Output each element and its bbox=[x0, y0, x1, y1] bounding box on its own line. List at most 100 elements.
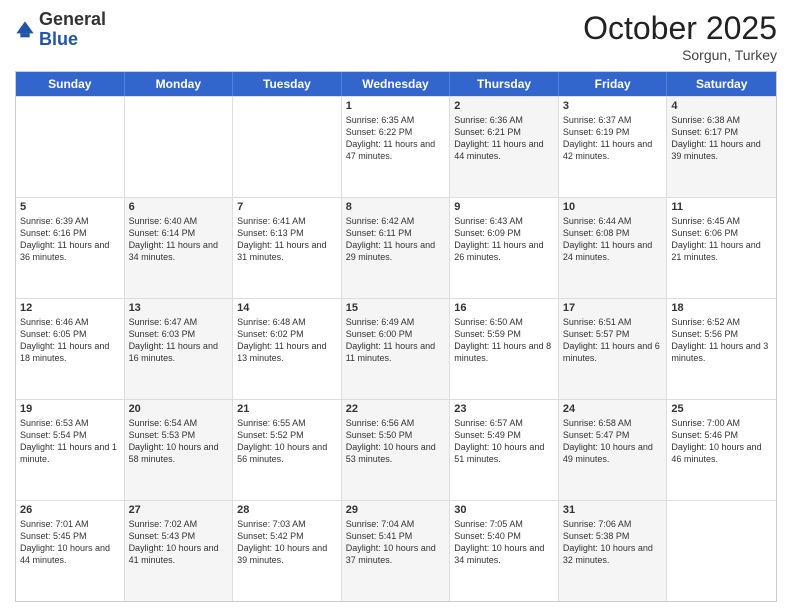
calendar: SundayMondayTuesdayWednesdayThursdayFrid… bbox=[15, 71, 777, 602]
day-details: Sunrise: 6:45 AM Sunset: 6:06 PM Dayligh… bbox=[671, 215, 772, 264]
title-block: October 2025 Sorgun, Turkey bbox=[583, 10, 777, 63]
day-details: Sunrise: 6:58 AM Sunset: 5:47 PM Dayligh… bbox=[563, 417, 663, 466]
cal-cell: 1 Sunrise: 6:35 AM Sunset: 6:22 PM Daylig… bbox=[342, 97, 451, 197]
day-details: Sunrise: 6:41 AM Sunset: 6:13 PM Dayligh… bbox=[237, 215, 337, 264]
cal-cell bbox=[667, 501, 776, 601]
cal-cell: 13 Sunrise: 6:47 AM Sunset: 6:03 PM Dayli… bbox=[125, 299, 234, 399]
day-header-wednesday: Wednesday bbox=[342, 72, 451, 96]
day-details: Sunrise: 7:05 AM Sunset: 5:40 PM Dayligh… bbox=[454, 518, 554, 567]
logo-blue: Blue bbox=[39, 29, 78, 49]
day-header-tuesday: Tuesday bbox=[233, 72, 342, 96]
day-details: Sunrise: 6:55 AM Sunset: 5:52 PM Dayligh… bbox=[237, 417, 337, 466]
day-details: Sunrise: 6:39 AM Sunset: 6:16 PM Dayligh… bbox=[20, 215, 120, 264]
cal-cell: 29Sunrise: 7:04 AM Sunset: 5:41 PM Dayli… bbox=[342, 501, 451, 601]
day-details: Sunrise: 7:00 AM Sunset: 5:46 PM Dayligh… bbox=[671, 417, 772, 466]
cal-cell: 4Sunrise: 6:38 AM Sunset: 6:17 PM Daylig… bbox=[667, 97, 776, 197]
logo-text: General Blue bbox=[39, 10, 106, 50]
week-row-1: 5Sunrise: 6:39 AM Sunset: 6:16 PM Daylig… bbox=[16, 197, 776, 298]
cal-cell: 23 Sunrise: 6:57 AM Sunset: 5:49 PM Dayli… bbox=[450, 400, 559, 500]
day-number: 14 bbox=[237, 302, 337, 314]
logo-icon bbox=[15, 20, 35, 40]
logo-general: General bbox=[39, 9, 106, 29]
day-number: 28 bbox=[237, 504, 337, 516]
cal-cell: 31 Sunrise: 7:06 AM Sunset: 5:38 PM Dayli… bbox=[559, 501, 668, 601]
day-number: 24 bbox=[563, 403, 663, 415]
cal-cell: 15 Sunrise: 6:49 AM Sunset: 6:00 PM Dayli… bbox=[342, 299, 451, 399]
day-number: 23 bbox=[454, 403, 554, 415]
day-number: 11 bbox=[671, 201, 772, 213]
cal-cell: 30 Sunrise: 7:05 AM Sunset: 5:40 PM Dayli… bbox=[450, 501, 559, 601]
day-number: 1 bbox=[346, 100, 446, 112]
logo: General Blue bbox=[15, 10, 106, 50]
day-details: Sunrise: 6:47 AM Sunset: 6:03 PM Dayligh… bbox=[129, 316, 229, 365]
day-details: Sunrise: 6:54 AM Sunset: 5:53 PM Dayligh… bbox=[129, 417, 229, 466]
cal-cell: 26Sunrise: 7:01 AM Sunset: 5:45 PM Dayli… bbox=[16, 501, 125, 601]
day-details: Sunrise: 6:51 AM Sunset: 5:57 PM Dayligh… bbox=[563, 316, 663, 365]
cal-cell: 8Sunrise: 6:42 AM Sunset: 6:11 PM Daylig… bbox=[342, 198, 451, 298]
day-number: 20 bbox=[129, 403, 229, 415]
day-number: 16 bbox=[454, 302, 554, 314]
day-header-monday: Monday bbox=[125, 72, 234, 96]
day-number: 15 bbox=[346, 302, 446, 314]
cal-cell: 16 Sunrise: 6:50 AM Sunset: 5:59 PM Dayli… bbox=[450, 299, 559, 399]
day-details: Sunrise: 6:56 AM Sunset: 5:50 PM Dayligh… bbox=[346, 417, 446, 466]
cal-cell: 2Sunrise: 6:36 AM Sunset: 6:21 PM Daylig… bbox=[450, 97, 559, 197]
day-details: Sunrise: 6:57 AM Sunset: 5:49 PM Dayligh… bbox=[454, 417, 554, 466]
cal-cell bbox=[16, 97, 125, 197]
cal-cell: 3 Sunrise: 6:37 AM Sunset: 6:19 PM Daylig… bbox=[559, 97, 668, 197]
week-row-4: 26Sunrise: 7:01 AM Sunset: 5:45 PM Dayli… bbox=[16, 500, 776, 601]
cal-cell: 11 Sunrise: 6:45 AM Sunset: 6:06 PM Dayli… bbox=[667, 198, 776, 298]
day-number: 21 bbox=[237, 403, 337, 415]
day-details: Sunrise: 6:42 AM Sunset: 6:11 PM Dayligh… bbox=[346, 215, 446, 264]
day-details: Sunrise: 6:50 AM Sunset: 5:59 PM Dayligh… bbox=[454, 316, 554, 365]
cal-cell: 19 Sunrise: 6:53 AM Sunset: 5:54 PM Dayli… bbox=[16, 400, 125, 500]
day-details: Sunrise: 6:53 AM Sunset: 5:54 PM Dayligh… bbox=[20, 417, 120, 466]
day-number: 10 bbox=[563, 201, 663, 213]
cal-cell: 7 Sunrise: 6:41 AM Sunset: 6:13 PM Daylig… bbox=[233, 198, 342, 298]
day-number: 26 bbox=[20, 504, 120, 516]
cal-cell: 28 Sunrise: 7:03 AM Sunset: 5:42 PM Dayli… bbox=[233, 501, 342, 601]
day-number: 27 bbox=[129, 504, 229, 516]
day-details: Sunrise: 6:38 AM Sunset: 6:17 PM Dayligh… bbox=[671, 114, 772, 163]
cal-cell: 9Sunrise: 6:43 AM Sunset: 6:09 PM Daylig… bbox=[450, 198, 559, 298]
cal-cell: 22Sunrise: 6:56 AM Sunset: 5:50 PM Dayli… bbox=[342, 400, 451, 500]
day-details: Sunrise: 6:48 AM Sunset: 6:02 PM Dayligh… bbox=[237, 316, 337, 365]
day-details: Sunrise: 7:03 AM Sunset: 5:42 PM Dayligh… bbox=[237, 518, 337, 567]
cal-cell: 25 Sunrise: 7:00 AM Sunset: 5:46 PM Dayli… bbox=[667, 400, 776, 500]
day-number: 18 bbox=[671, 302, 772, 314]
cal-cell: 17 Sunrise: 6:51 AM Sunset: 5:57 PM Dayli… bbox=[559, 299, 668, 399]
week-row-0: 1 Sunrise: 6:35 AM Sunset: 6:22 PM Daylig… bbox=[16, 96, 776, 197]
day-number: 17 bbox=[563, 302, 663, 314]
day-details: Sunrise: 7:06 AM Sunset: 5:38 PM Dayligh… bbox=[563, 518, 663, 567]
day-number: 13 bbox=[129, 302, 229, 314]
day-number: 12 bbox=[20, 302, 120, 314]
day-details: Sunrise: 7:04 AM Sunset: 5:41 PM Dayligh… bbox=[346, 518, 446, 567]
page: General Blue October 2025 Sorgun, Turkey… bbox=[0, 0, 792, 612]
calendar-header: SundayMondayTuesdayWednesdayThursdayFrid… bbox=[16, 72, 776, 96]
day-details: Sunrise: 7:02 AM Sunset: 5:43 PM Dayligh… bbox=[129, 518, 229, 567]
day-details: Sunrise: 6:36 AM Sunset: 6:21 PM Dayligh… bbox=[454, 114, 554, 163]
day-number: 6 bbox=[129, 201, 229, 213]
day-header-thursday: Thursday bbox=[450, 72, 559, 96]
location-subtitle: Sorgun, Turkey bbox=[583, 47, 777, 63]
day-details: Sunrise: 6:46 AM Sunset: 6:05 PM Dayligh… bbox=[20, 316, 120, 365]
cal-cell bbox=[125, 97, 234, 197]
day-header-saturday: Saturday bbox=[667, 72, 776, 96]
calendar-body: 1 Sunrise: 6:35 AM Sunset: 6:22 PM Daylig… bbox=[16, 96, 776, 601]
day-details: Sunrise: 6:52 AM Sunset: 5:56 PM Dayligh… bbox=[671, 316, 772, 365]
day-details: Sunrise: 6:35 AM Sunset: 6:22 PM Dayligh… bbox=[346, 114, 446, 163]
day-details: Sunrise: 6:49 AM Sunset: 6:00 PM Dayligh… bbox=[346, 316, 446, 365]
day-number: 7 bbox=[237, 201, 337, 213]
day-number: 9 bbox=[454, 201, 554, 213]
day-details: Sunrise: 6:37 AM Sunset: 6:19 PM Dayligh… bbox=[563, 114, 663, 163]
cal-cell: 18 Sunrise: 6:52 AM Sunset: 5:56 PM Dayli… bbox=[667, 299, 776, 399]
cal-cell: 27 Sunrise: 7:02 AM Sunset: 5:43 PM Dayli… bbox=[125, 501, 234, 601]
cal-cell: 5Sunrise: 6:39 AM Sunset: 6:16 PM Daylig… bbox=[16, 198, 125, 298]
day-number: 3 bbox=[563, 100, 663, 112]
day-number: 30 bbox=[454, 504, 554, 516]
cal-cell: 12 Sunrise: 6:46 AM Sunset: 6:05 PM Dayli… bbox=[16, 299, 125, 399]
day-number: 19 bbox=[20, 403, 120, 415]
cal-cell: 6Sunrise: 6:40 AM Sunset: 6:14 PM Daylig… bbox=[125, 198, 234, 298]
day-number: 31 bbox=[563, 504, 663, 516]
day-number: 25 bbox=[671, 403, 772, 415]
